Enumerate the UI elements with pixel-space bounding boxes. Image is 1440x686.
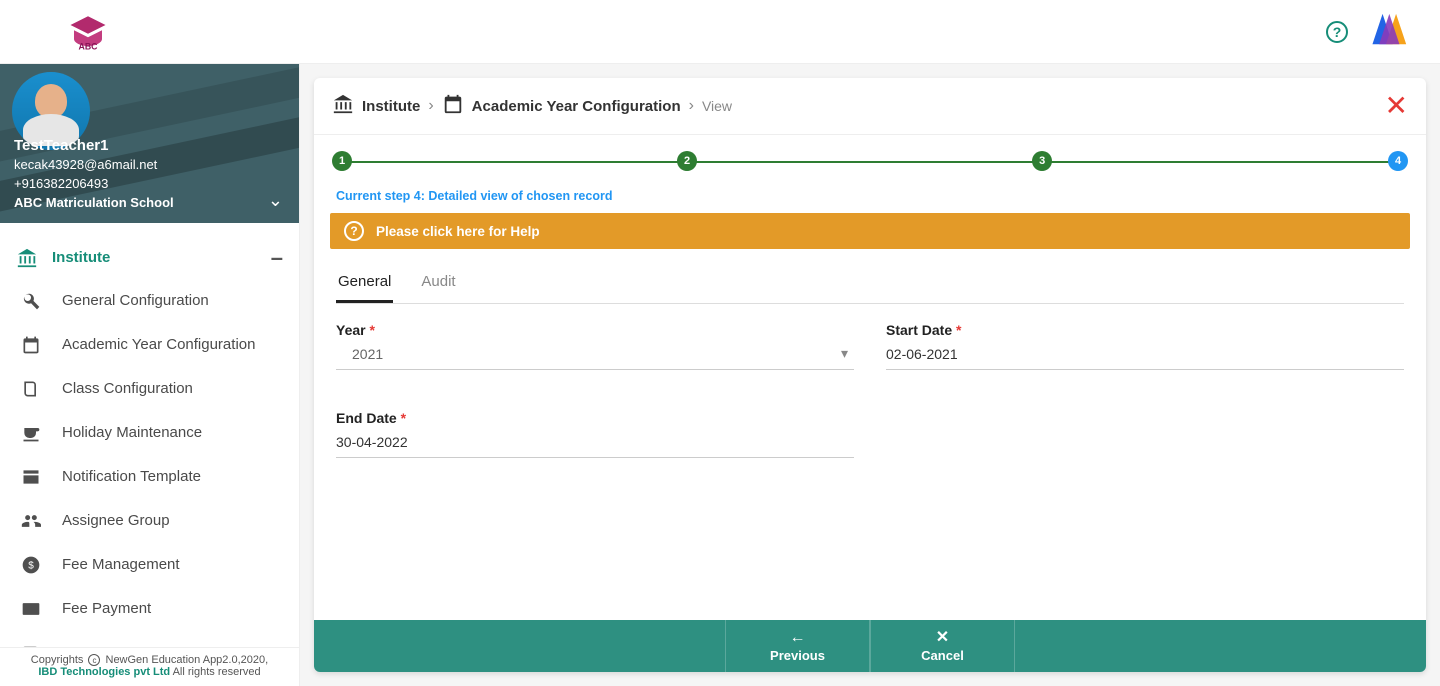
help-icon[interactable]: ? [1326, 21, 1348, 43]
sidebar-item-fee-mgmt[interactable]: $ Fee Management [0, 543, 299, 587]
sidebar-item-holiday[interactable]: Holiday Maintenance [0, 411, 299, 455]
required-star: * [401, 410, 406, 426]
sidebar-item-label: Class Configuration [62, 380, 193, 397]
label-year: Year [336, 322, 366, 338]
end-date-input[interactable]: 30-04-2022 [336, 426, 854, 458]
sidebar-item-notification[interactable]: Notification Template [0, 455, 299, 499]
sidebar-item-label: Holiday Maintenance [62, 424, 202, 441]
sidebar-item-label: Academic Year Configuration [62, 336, 255, 353]
sidebar-item-academic-year[interactable]: Academic Year Configuration [0, 323, 299, 367]
breadcrumb-mode: View [702, 98, 732, 114]
form: Year * 2021 ▾ Start Date * 02-06-2021 En… [314, 304, 1426, 476]
sidebar-item-assignee[interactable]: Assignee Group [0, 499, 299, 543]
footer-app: NewGen Education App2.0,2020, [106, 654, 269, 666]
chevron-right-icon: › [428, 97, 433, 115]
step-4[interactable]: 4 [1388, 151, 1408, 171]
action-bar: ← Previous ✕ Cancel [314, 620, 1426, 672]
card-icon [20, 598, 42, 620]
previous-button[interactable]: ← Previous [725, 620, 870, 672]
close-icon: ✕ [936, 630, 949, 646]
svg-text:ABC: ABC [78, 41, 98, 51]
sidebar-item-gateway[interactable]: PaymentGateway [0, 631, 299, 647]
field-year: Year * 2021 ▾ [336, 322, 854, 370]
sidebar-item-label: Assignee Group [62, 512, 170, 529]
book-icon [20, 378, 42, 400]
caret-down-icon: ▾ [841, 345, 848, 362]
wallet-icon [20, 642, 42, 647]
sidebar-menu: Institute – General Configuration Academ… [0, 223, 299, 647]
brand-logo [1364, 7, 1418, 56]
tab-general[interactable]: General [336, 263, 393, 303]
step-2[interactable]: 2 [677, 151, 697, 171]
teacup-icon [20, 422, 42, 444]
sidebar-item-label: Fee Management [62, 556, 180, 573]
wrench-icon [20, 290, 42, 312]
year-select[interactable]: 2021 ▾ [336, 338, 854, 370]
sidebar-item-label: Fee Payment [62, 600, 151, 617]
sidebar-group-institute[interactable]: Institute – [0, 237, 299, 279]
end-date-value: 30-04-2022 [336, 434, 408, 450]
required-star: * [956, 322, 961, 338]
calendar-icon [442, 93, 464, 120]
main-panel: Institute › Academic Year Configuration … [300, 64, 1440, 686]
sidebar-footer: Copyrights c NewGen Education App2.0,202… [0, 647, 299, 686]
required-star: * [369, 322, 374, 338]
calendar-icon [20, 334, 42, 356]
step-1[interactable]: 1 [332, 151, 352, 171]
top-bar: ABC ? [0, 0, 1440, 64]
chevron-down-icon[interactable]: ⌄ [268, 190, 283, 211]
breadcrumb-l1[interactable]: Institute [362, 98, 420, 115]
currency-icon: $ [20, 554, 42, 576]
user-school: ABC Matriculation School [14, 194, 174, 213]
start-date-value: 02-06-2021 [886, 346, 958, 362]
cancel-label: Cancel [921, 648, 964, 663]
footer-suffix: All rights reserved [173, 666, 261, 678]
year-value: 2021 [352, 346, 383, 362]
arrow-left-icon: ← [790, 630, 806, 646]
label-start-date: Start Date [886, 322, 952, 338]
help-bar-text: Please click here for Help [376, 224, 540, 239]
sidebar-item-general-config[interactable]: General Configuration [0, 279, 299, 323]
field-end-date: End Date * 30-04-2022 [336, 410, 854, 458]
previous-label: Previous [770, 648, 825, 663]
sidebar: TestTeacher1 kecak43928@a6mail.net +9163… [0, 64, 300, 686]
label-end-date: End Date [336, 410, 397, 426]
institution-icon [332, 93, 354, 120]
sidebar-item-fee-payment[interactable]: Fee Payment [0, 587, 299, 631]
help-bar[interactable]: ? Please click here for Help [330, 213, 1410, 249]
user-phone: +916382206493 [14, 175, 174, 194]
tab-audit[interactable]: Audit [419, 263, 457, 303]
institution-icon [16, 247, 38, 269]
svg-text:$: $ [28, 560, 34, 571]
step-3[interactable]: 3 [1032, 151, 1052, 171]
step-caption: Current step 4: Detailed view of chosen … [314, 185, 1426, 213]
start-date-input[interactable]: 02-06-2021 [886, 338, 1404, 370]
school-logo: ABC [60, 8, 115, 56]
sidebar-item-class-config[interactable]: Class Configuration [0, 367, 299, 411]
sidebar-item-label: PaymentGateway [62, 644, 180, 646]
field-start-date: Start Date * 02-06-2021 [886, 322, 1404, 370]
footer-prefix: Copyrights [31, 654, 84, 666]
sidebar-item-label: Notification Template [62, 468, 201, 485]
sidebar-group-label: Institute [52, 249, 110, 266]
help-circle-icon: ? [344, 221, 364, 241]
profile-card: TestTeacher1 kecak43928@a6mail.net +9163… [0, 64, 299, 223]
tabs: General Audit [336, 263, 1404, 304]
content-card: Institute › Academic Year Configuration … [314, 78, 1426, 672]
breadcrumb: Institute › Academic Year Configuration … [314, 78, 1426, 135]
people-icon [20, 510, 42, 532]
close-icon[interactable]: ✕ [1385, 92, 1408, 120]
user-name: TestTeacher1 [14, 135, 174, 157]
copyright-icon: c [88, 654, 100, 666]
breadcrumb-l2[interactable]: Academic Year Configuration [472, 98, 681, 115]
collapse-icon[interactable]: – [271, 245, 283, 271]
chevron-right-icon: › [689, 97, 694, 115]
user-email: kecak43928@a6mail.net [14, 156, 174, 175]
footer-company[interactable]: IBD Technologies pvt Ltd [38, 666, 170, 678]
stepper: 1 2 3 4 [332, 151, 1408, 179]
sidebar-item-label: General Configuration [62, 292, 209, 309]
template-icon [20, 466, 42, 488]
cancel-button[interactable]: ✕ Cancel [870, 620, 1015, 672]
